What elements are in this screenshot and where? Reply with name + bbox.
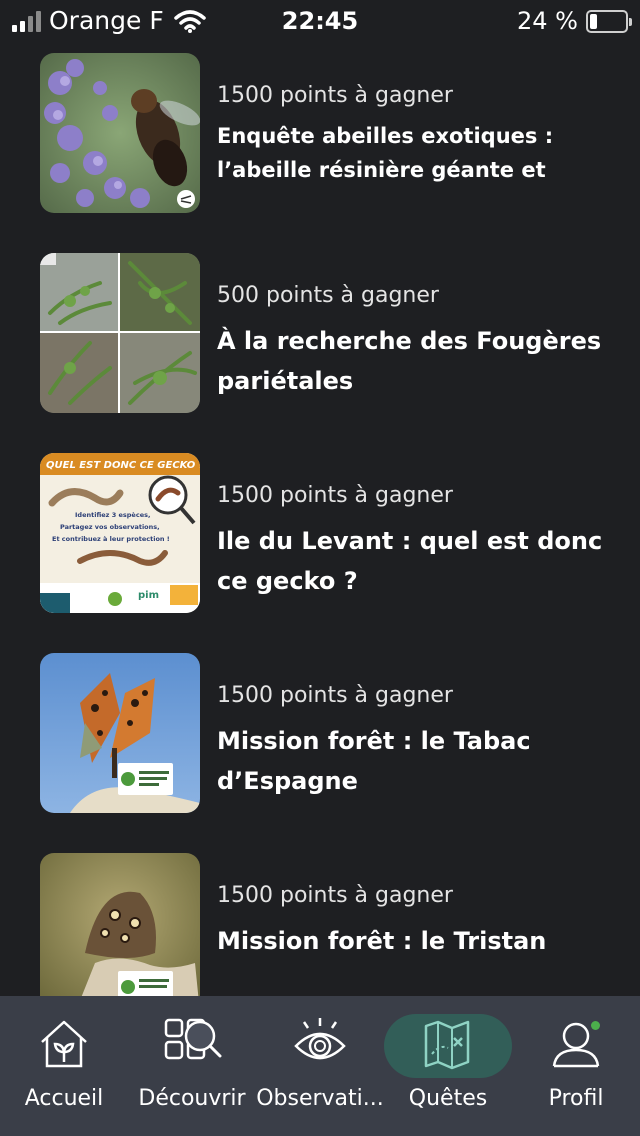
quest-title: À la recherche des Fougères pariétales [217,327,602,395]
status-bar: Orange F 22:45 24 % [0,0,640,42]
quest-thumbnail [40,253,200,413]
svg-text:Partagez vos observations,: Partagez vos observations, [60,523,160,531]
quest-thumbnail [40,853,200,996]
orange-butterfly-photo [40,653,200,813]
svg-text:Et contribuez à leur protectio: Et contribuez à leur protection ! [52,535,170,543]
nav-label: Quêtes [408,1086,488,1111]
battery-fill [590,13,597,29]
fern-photo [40,253,200,413]
svg-text:pim: pim [138,590,159,601]
treasure-map-icon [424,1020,470,1070]
quest-card[interactable]: 1500 points à gagner Mission forêt : le … [40,853,620,996]
battery-tip [629,17,632,26]
eye-icon [294,1018,346,1060]
bee-photo [40,53,200,213]
quest-thumbnail [40,653,200,813]
quest-card[interactable]: 1500 points à gagner Mission forêt : le … [40,653,620,813]
quest-card[interactable]: QUEL EST DONC CE GECKO ? Identifiez 3 es… [40,453,620,613]
quest-card[interactable]: 500 points à gagner À la recherche des F… [40,253,620,413]
nav-label: Accueil [24,1086,104,1111]
quest-thumbnail: QUEL EST DONC CE GECKO ? Identifiez 3 es… [40,453,200,613]
quest-points: 1500 points à gagner [217,83,453,108]
quest-card[interactable]: 1500 points à gagner Enquête abeilles ex… [40,53,620,213]
quest-title: Mission forêt : le Tabac d’Espagne [217,727,531,795]
gecko-poster: QUEL EST DONC CE GECKO ? Identifiez 3 es… [40,453,200,613]
battery-percentage: 24 % [517,7,578,35]
nav-label: Observati... [256,1086,384,1111]
nav-item-observations[interactable]: Observati... [256,996,384,1136]
nav-label: Découvrir [138,1086,246,1111]
house-sprout-icon [41,1020,87,1068]
quest-points: 1500 points à gagner [217,483,453,508]
nav-item-decouvrir[interactable]: Découvrir [128,996,256,1136]
quest-title: Mission forêt : le Tristan [217,927,547,955]
quest-points: 500 points à gagner [217,283,439,308]
nav-item-accueil[interactable]: Accueil [0,996,128,1136]
quest-title: Enquête abeilles exotiques : l’abeille r… [217,124,554,182]
brown-butterfly-photo [40,853,200,996]
quest-list[interactable]: 1500 points à gagner Enquête abeilles ex… [0,0,640,996]
grid-search-icon [164,1018,222,1060]
quest-thumbnail [40,53,200,213]
quest-title: Ile du Levant : quel est donc ce gecko ? [217,527,603,595]
quest-points: 1500 points à gagner [217,683,453,708]
svg-text:Identifiez 3 espèces,: Identifiez 3 espèces, [75,511,150,519]
battery-icon [586,9,632,33]
nav-item-profil[interactable]: Profil [512,996,640,1136]
quest-points: 1500 points à gagner [217,883,453,908]
nav-label: Profil [548,1086,604,1111]
nav-item-quetes[interactable]: Quêtes [384,996,512,1136]
bottom-navigation: Accueil Découvrir Observati... Quêtes Pr… [0,996,640,1136]
status-right: 24 % [517,6,632,36]
notification-dot [591,1021,600,1030]
poster-headline: QUEL EST DONC CE GECKO ? [46,460,200,471]
app-screen: 1500 points à gagner Enquête abeilles ex… [0,0,640,1136]
